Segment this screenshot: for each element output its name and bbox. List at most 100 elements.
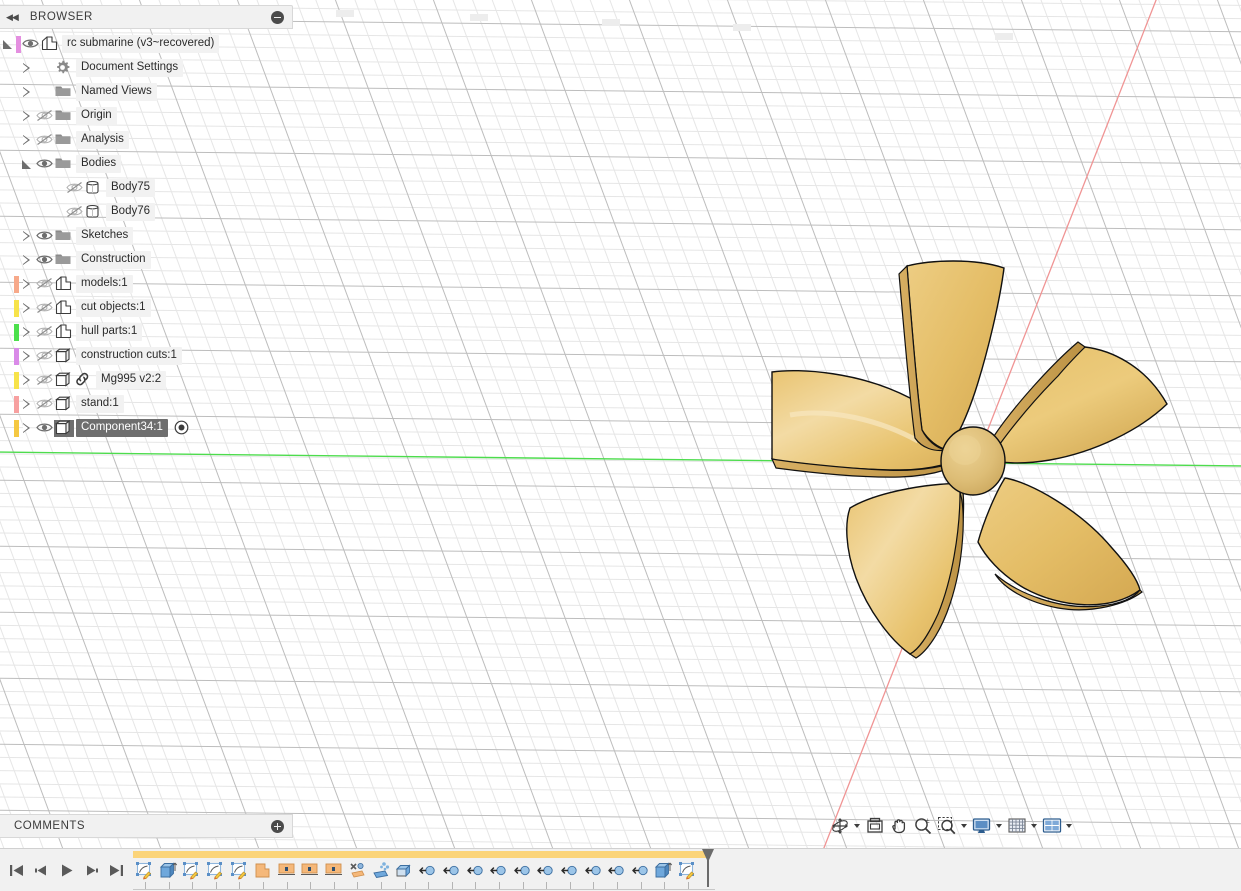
expand-arrow-closed-icon[interactable] [19,300,35,316]
orbit-button[interactable] [828,813,852,839]
tree-item-rc-submarine-v3-recovered[interactable]: rc submarine (v3~recovered) [0,32,293,56]
expand-arrow-closed-icon[interactable] [19,324,35,340]
move-feature[interactable] [487,858,511,884]
expand-arrow-closed-icon[interactable] [19,420,35,436]
extrude-feature[interactable] [652,858,676,884]
plane-feature[interactable] [275,858,299,884]
move-feature[interactable] [628,858,652,884]
tree-item-hull-parts-1[interactable]: hull parts:1 [0,320,293,344]
expand-arrow-closed-icon[interactable] [19,252,35,268]
tree-item-origin[interactable]: Origin [0,104,293,128]
move-feature[interactable] [440,858,464,884]
skip-to-start-button[interactable] [4,855,29,885]
expand-arrow-closed-icon[interactable] [19,84,35,100]
visibility-eye-off-icon[interactable] [35,324,54,340]
grid-snaps-button[interactable] [1005,813,1029,839]
tree-item-sketches[interactable]: Sketches [0,224,293,248]
timeline[interactable] [0,848,1241,891]
chevron-down-icon[interactable] [996,824,1002,828]
pattern-feature[interactable] [369,858,393,884]
visibility-eye-off-icon[interactable] [35,276,54,292]
extrude-feature[interactable] [157,858,181,884]
collapse-panel-icon[interactable]: ◀◀ [6,12,19,23]
zoom-magnifier-button[interactable]: ± [911,813,935,839]
sketch-feature[interactable] [204,858,228,884]
sketch-feature[interactable] [227,858,251,884]
display-settings-button[interactable] [970,813,994,839]
loft-feature[interactable] [251,858,275,884]
view-navigation-bar[interactable]: ± [828,812,1075,840]
step-forward-button[interactable] [79,855,104,885]
tree-item-mg995-v2-2[interactable]: Mg995 v2:2 [0,368,293,392]
tree-item-construction-cuts-1[interactable]: construction cuts:1 [0,344,293,368]
tree-item-component34-1[interactable]: Component34:1 [0,416,293,440]
expand-arrow-closed-icon[interactable] [19,228,35,244]
chevron-down-icon[interactable] [1066,824,1072,828]
visibility-eye-icon[interactable] [35,252,54,268]
visibility-eye-off-icon[interactable] [65,204,84,220]
expand-arrow-open-icon[interactable] [0,36,16,52]
tree-item-analysis[interactable]: Analysis [0,128,293,152]
expand-arrow-closed-icon[interactable] [19,276,35,292]
visibility-eye-off-icon[interactable] [35,396,54,412]
pan-hand-button[interactable] [887,813,911,839]
plane-feature[interactable] [298,858,322,884]
tree-item-construction[interactable]: Construction [0,248,293,272]
expand-arrow-open-icon[interactable] [19,156,35,172]
timeline-end-marker[interactable] [701,848,715,887]
play-button[interactable] [54,855,79,885]
move-feature[interactable] [605,858,629,884]
chevron-down-icon[interactable] [961,824,967,828]
visibility-eye-icon[interactable] [35,228,54,244]
sketch-feature[interactable] [133,858,157,884]
blade-5[interactable] [846,483,965,655]
move-feature[interactable] [558,858,582,884]
tree-item-body75[interactable]: Body75 [0,176,293,200]
chevron-down-icon[interactable] [1031,824,1037,828]
expand-arrow-closed-icon[interactable] [19,108,35,124]
visibility-eye-off-icon[interactable] [35,372,54,388]
timeline-playback-controls[interactable] [0,855,129,885]
timeline-track[interactable] [133,848,716,891]
tree-item-cut-objects-1[interactable]: cut objects:1 [0,296,293,320]
tree-item-models-1[interactable]: models:1 [0,272,293,296]
split-feature[interactable] [322,858,346,884]
activate-component-icon[interactable] [174,420,190,436]
move-feature[interactable] [416,858,440,884]
visibility-eye-off-icon[interactable] [35,348,54,364]
thicken-feature[interactable] [393,858,417,884]
timeline-feature-list[interactable] [133,858,699,884]
blade-4[interactable] [977,477,1141,606]
sketch-feature[interactable] [180,858,204,884]
viewports-button[interactable] [1040,813,1064,839]
skip-to-end-button[interactable] [104,855,129,885]
visibility-eye-off-icon[interactable] [35,300,54,316]
chevron-down-icon[interactable] [854,824,860,828]
expand-arrow-closed-icon[interactable] [19,132,35,148]
move-feature[interactable] [581,858,605,884]
move-feature[interactable] [511,858,535,884]
browser-tree[interactable]: rc submarine (v3~recovered) Document Sett… [0,29,293,440]
browser-header[interactable]: ◀◀ BROWSER [0,5,293,29]
tree-item-document-settings[interactable]: Document Settings [0,56,293,80]
visibility-eye-off-icon[interactable] [65,180,84,196]
expand-arrow-closed-icon[interactable] [19,60,35,76]
comments-panel[interactable]: COMMENTS [0,814,293,838]
blade-3[interactable] [989,346,1168,464]
look-at-button[interactable] [863,813,887,839]
tree-item-named-views[interactable]: Named Views [0,80,293,104]
expand-arrow-closed-icon[interactable] [19,396,35,412]
minus-circle-icon[interactable] [271,10,284,24]
move-feature[interactable] [463,858,487,884]
expand-arrow-closed-icon[interactable] [19,372,35,388]
plus-circle-icon[interactable] [271,819,284,833]
visibility-eye-off-icon[interactable] [35,108,54,124]
sketch-feature[interactable] [676,858,700,884]
step-back-button[interactable] [29,855,54,885]
visibility-eye-icon[interactable] [21,36,40,52]
expand-arrow-closed-icon[interactable] [19,348,35,364]
patch-feature[interactable] [345,858,369,884]
move-feature[interactable] [534,858,558,884]
fit-window-button[interactable] [935,813,959,839]
visibility-eye-icon[interactable] [35,156,54,172]
